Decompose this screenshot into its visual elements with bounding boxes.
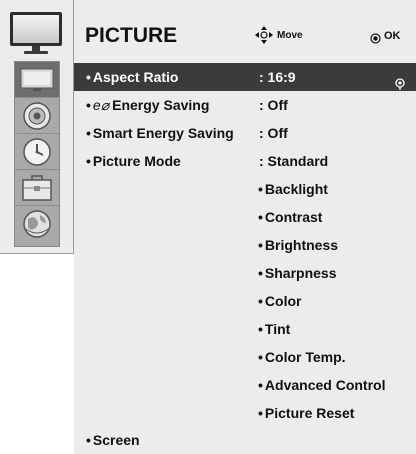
move-hint-label: Move	[277, 30, 303, 41]
clock-icon[interactable]	[15, 134, 59, 170]
submenu-item-advanced-control[interactable]: • Advanced Control	[258, 371, 385, 399]
menu-item-label: • Aspect Ratio	[86, 69, 179, 85]
speaker-icon[interactable]	[15, 98, 59, 134]
submenu-item-brightness[interactable]: • Brightness	[258, 231, 338, 259]
submenu-item-contrast[interactable]: • Contrast	[258, 203, 322, 231]
menu-sidebar	[0, 0, 74, 254]
submenu-item-backlight[interactable]: • Backlight	[258, 175, 328, 203]
panel-header: PICTURE Move OK	[74, 0, 416, 62]
menu-item-label: • e⌀ Energy Saving	[86, 97, 210, 113]
menu-item-value: : Standard	[259, 153, 329, 169]
submenu-item-sharpness[interactable]: • Sharpness	[258, 259, 337, 287]
menu-item-energy-saving[interactable]: • e⌀ Energy Saving : Off	[74, 91, 416, 119]
picture-menu-icon[interactable]	[15, 62, 59, 98]
globe-icon[interactable]	[15, 206, 59, 242]
menu-item-aspect-ratio[interactable]: • Aspect Ratio : 16:9	[74, 63, 416, 91]
menu-item-value: : Off	[259, 97, 288, 113]
toolbox-icon[interactable]	[15, 170, 59, 206]
submenu-item-color-temp[interactable]: • Color Temp.	[258, 343, 346, 371]
menu-item-label: • Smart Energy Saving	[86, 125, 234, 141]
menu-item-value: : Off	[259, 125, 288, 141]
eco-icon: e⌀	[92, 97, 110, 113]
submenu-item-picture-reset[interactable]: • Picture Reset	[258, 399, 354, 427]
menu-item-label: • Picture Mode	[86, 153, 181, 169]
menu-item-value: : 16:9	[259, 69, 296, 85]
page-title: PICTURE	[85, 24, 178, 47]
menu-item-screen[interactable]: • Screen	[74, 426, 416, 454]
picture-menu-panel: PICTURE Move OK • Aspect Ratio : 16:9 • …	[74, 0, 416, 454]
menu-item-smart-energy-saving[interactable]: • Smart Energy Saving : Off	[74, 119, 416, 147]
tv-icon	[8, 10, 64, 56]
submenu-item-tint[interactable]: • Tint	[258, 315, 290, 343]
submenu-item-color[interactable]: • Color	[258, 287, 301, 315]
ok-hint-label: OK	[384, 30, 401, 42]
move-arrows-icon	[254, 25, 274, 50]
menu-item-picture-mode[interactable]: • Picture Mode : Standard	[74, 147, 416, 175]
ok-button-icon	[370, 31, 381, 49]
category-icon-list	[14, 61, 60, 247]
menu-item-label: • Screen	[86, 432, 140, 448]
